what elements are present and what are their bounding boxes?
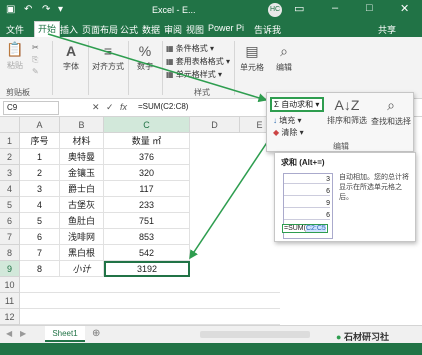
- fill-button[interactable]: ↓ 填充 ▾: [273, 115, 301, 126]
- add-sheet-icon[interactable]: ⊕: [92, 328, 100, 339]
- find-select-button[interactable]: ⌕ 查找和选择: [371, 97, 411, 127]
- editing-popup: Σ 自动求和 ▾ ↓ 填充 ▾ ◆ 清除 ▾ A↓Z 排序和筛选 ⌕ 查找和选择…: [266, 92, 414, 152]
- sheet-tab[interactable]: Sheet1: [45, 326, 85, 342]
- preview-value: 9: [284, 200, 330, 208]
- tooltip-description: 自动相加。您的总计将显示在所选单元格之后。: [339, 174, 409, 201]
- editing-group-label: 编辑: [333, 142, 349, 151]
- arrow-home-to-autosum: [47, 33, 268, 103]
- sort-az-icon: A↓Z: [334, 97, 360, 113]
- preview-value: 3: [284, 176, 330, 184]
- sort-filter-button[interactable]: A↓Z 排序和筛选: [327, 97, 367, 126]
- watermark: ● 石材研习社: [336, 332, 389, 342]
- autosum-button[interactable]: Σ 自动求和 ▾: [270, 97, 324, 112]
- preview-formula: =SUM(C2:C5: [282, 224, 328, 233]
- clear-button[interactable]: ◆ 清除 ▾: [273, 127, 304, 138]
- next-sheet-icon[interactable]: ▶: [20, 329, 26, 338]
- preview-value: 6: [284, 212, 330, 220]
- tooltip-preview: 3 6 9 6 =SUM(C2:C5: [282, 173, 333, 239]
- preview-value: 6: [284, 188, 330, 196]
- autosum-tooltip: 求和 (Alt+=) 3 6 9 6 =SUM(C2:C5 自动相加。您的总计将…: [274, 152, 416, 242]
- tooltip-title: 求和 (Alt+=): [281, 158, 325, 167]
- status-bar: [0, 343, 422, 355]
- search-icon: ⌕: [387, 97, 395, 113]
- wechat-icon: ●: [336, 332, 342, 342]
- fill-icon: ↓: [273, 116, 277, 125]
- sigma-icon: Σ: [274, 100, 279, 109]
- horizontal-scrollbar[interactable]: [200, 331, 310, 338]
- eraser-icon: ◆: [273, 128, 280, 137]
- prev-sheet-icon[interactable]: ◀: [6, 329, 12, 338]
